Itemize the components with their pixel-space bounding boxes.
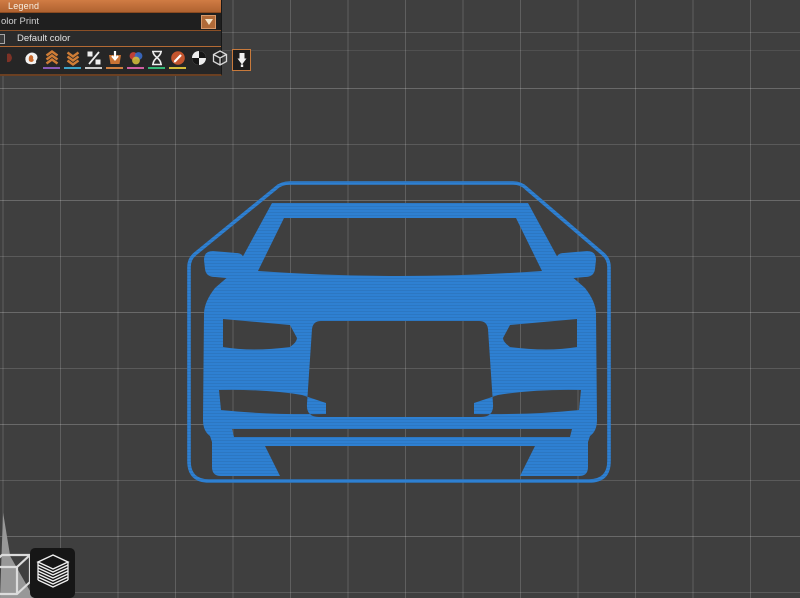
legend-panel: Legend olor Print Default color: [0, 0, 251, 76]
legend-panel-title: Legend: [0, 0, 221, 13]
color-item-label: Default color: [17, 33, 71, 44]
feature-type-icon[interactable]: [22, 50, 39, 72]
pin-legend-icon[interactable]: [232, 49, 251, 71]
travel-moves-icon[interactable]: [211, 50, 228, 72]
layers-icon: [35, 554, 70, 588]
dropdown-button[interactable]: [201, 14, 216, 29]
time-icon[interactable]: [148, 50, 165, 72]
legend-color-item[interactable]: Default color: [0, 31, 221, 47]
volumetric-flow-icon[interactable]: [190, 50, 207, 72]
tool-icon[interactable]: [169, 50, 186, 72]
line-width-icon[interactable]: [64, 50, 81, 72]
car-body: [203, 203, 597, 476]
layers-preview-button[interactable]: [30, 548, 75, 598]
chevron-down-icon: [204, 18, 213, 25]
color-swatch: [0, 34, 5, 44]
fan-speed-icon[interactable]: [106, 50, 123, 72]
toolpath-partial-icon[interactable]: [1, 50, 18, 72]
editor-3d-view-button[interactable]: [0, 550, 32, 598]
speed-icon[interactable]: [85, 50, 102, 72]
view-type-dropdown[interactable]: olor Print: [0, 13, 221, 31]
view-type-value: olor Print: [1, 16, 40, 27]
slicer-window: Legend olor Print Default color: [0, 0, 800, 598]
keychain-outline: [187, 181, 611, 483]
layer-height-icon[interactable]: [43, 50, 60, 72]
temperature-icon[interactable]: [127, 50, 144, 72]
view-options-toolbar: [0, 47, 251, 74]
car-model-preview[interactable]: [180, 168, 620, 498]
